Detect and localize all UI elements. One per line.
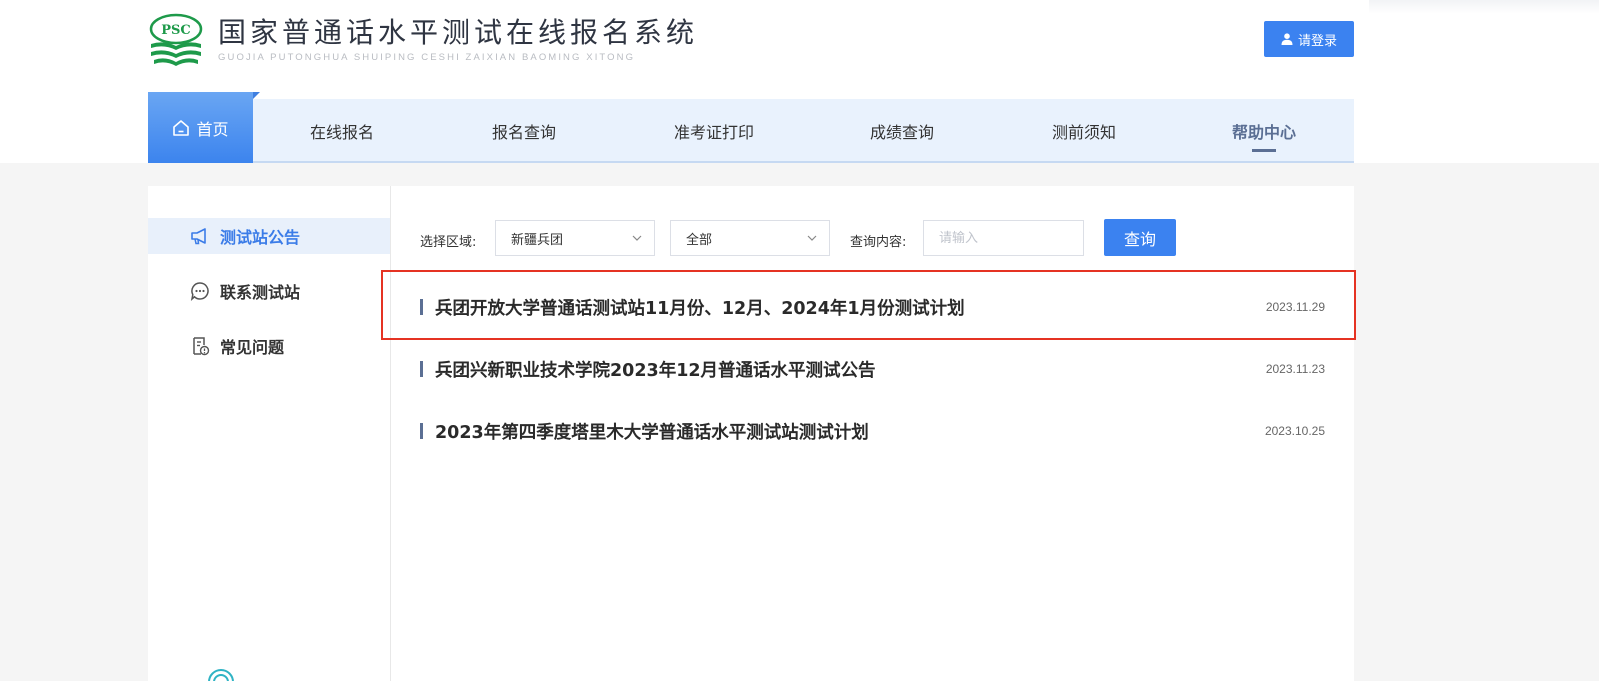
- nav-item-home[interactable]: 首页: [148, 92, 253, 163]
- row-marker: [420, 299, 423, 315]
- announcement-date: 2023.11.23: [1265, 362, 1325, 376]
- login-button[interactable]: 请登录: [1264, 21, 1354, 57]
- query-button[interactable]: 查询: [1104, 219, 1176, 256]
- sidebar-item-announcements[interactable]: 测试站公告: [148, 218, 390, 254]
- announcement-date: 2023.11.29: [1265, 300, 1325, 314]
- announcement-title: 2023年第四季度塔里木大学普通话水平测试站测试计划: [435, 422, 869, 443]
- query-input[interactable]: [923, 220, 1084, 256]
- login-label: 请登录: [1297, 33, 1337, 49]
- announcement-date: 2023.10.25: [1264, 424, 1325, 438]
- chat-bubble-icon: [190, 282, 209, 301]
- nav-item-score-query[interactable]: 成绩查询: [827, 99, 977, 163]
- query-label: 查询内容:: [850, 235, 907, 250]
- sidebar-item-faq[interactable]: 常见问题: [148, 328, 390, 364]
- announcement-row[interactable]: 兵团开放大学普通话测试站11月份、12月、2024年1月份测试计划 2023.1…: [420, 289, 1325, 325]
- faq-document-icon: [193, 337, 210, 356]
- nav-item-registration-query[interactable]: 报名查询: [449, 99, 599, 163]
- announcement-title: 兵团兴新职业技术学院2023年12月普通话水平测试公告: [435, 360, 876, 381]
- chevron-down-icon: [807, 235, 817, 241]
- site-title-pinyin: GUOJIA PUTONGHUA SHUIPING CESHI ZAIXIAN …: [218, 52, 636, 63]
- home-icon: [173, 119, 190, 136]
- svg-text:PSC: PSC: [161, 23, 191, 38]
- site-title: 国家普通话水平测试在线报名系统: [218, 16, 699, 49]
- nav-item-test-notice[interactable]: 测前须知: [1009, 99, 1159, 163]
- nav-item-label: 首页: [196, 119, 229, 139]
- scope-select[interactable]: 全部: [670, 220, 830, 256]
- sidebar-item-label: 测试站公告: [220, 228, 301, 247]
- announcement-row[interactable]: 2023年第四季度塔里木大学普通话水平测试站测试计划 2023.10.25: [420, 413, 1325, 449]
- user-icon: [1281, 33, 1293, 45]
- region-label: 选择区域:: [420, 235, 477, 250]
- chevron-down-icon: [632, 235, 642, 241]
- row-marker: [420, 361, 423, 377]
- nav-home-tab-fold: [253, 92, 260, 99]
- megaphone-icon: [191, 228, 206, 245]
- sidebar-item-label: 联系测试站: [220, 283, 301, 302]
- scope-select-value: 全部: [686, 232, 713, 248]
- sidebar-divider: [390, 186, 391, 681]
- nav-active-underline: [1252, 149, 1276, 152]
- announcement-title: 兵团开放大学普通话测试站11月份、12月、2024年1月份测试计划: [435, 298, 965, 319]
- nav-item-admission-ticket[interactable]: 准考证打印: [639, 99, 789, 163]
- announcement-row[interactable]: 兵团兴新职业技术学院2023年12月普通话水平测试公告 2023.11.23: [420, 351, 1325, 387]
- region-select[interactable]: 新疆兵团: [495, 220, 655, 256]
- nav-item-help-center[interactable]: 帮助中心: [1189, 99, 1339, 163]
- psc-logo-icon: PSC: [149, 13, 203, 66]
- nav-item-online-registration[interactable]: 在线报名: [267, 99, 417, 163]
- contact-support-icon: [208, 669, 234, 681]
- sidebar-item-contact[interactable]: 联系测试站: [148, 273, 390, 309]
- row-marker: [420, 423, 423, 439]
- region-select-value: 新疆兵团: [511, 232, 564, 248]
- sidebar-item-label: 常见问题: [220, 338, 285, 357]
- corner-shade: [1369, 0, 1599, 14]
